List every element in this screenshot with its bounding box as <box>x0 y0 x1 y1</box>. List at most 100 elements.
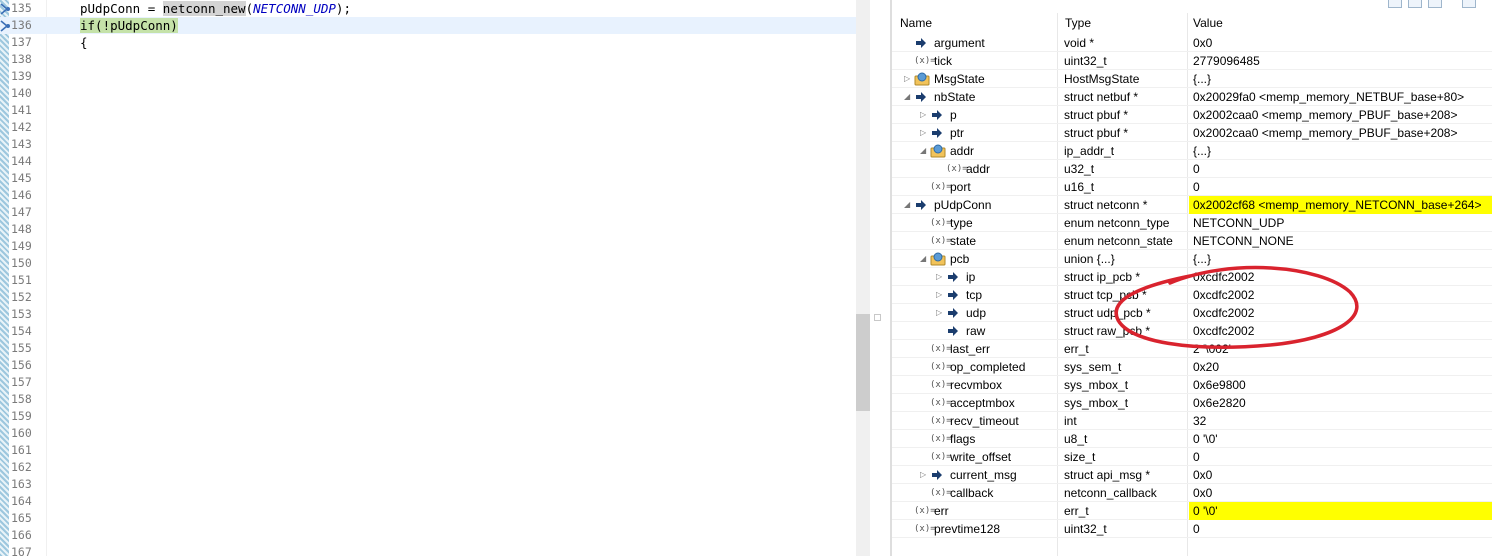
view-sash[interactable] <box>870 0 890 556</box>
code-line[interactable]: 153 <box>0 306 856 323</box>
variable-row[interactable]: raw struct raw_pcb * 0xcdfc2002 <box>892 322 1492 340</box>
variable-row[interactable]: argument void * 0x0 <box>892 34 1492 52</box>
show-logical-structure-icon[interactable] <box>1408 0 1422 8</box>
variable-row[interactable]: (x)= type enum netconn_type NETCONN_UDP <box>892 214 1492 232</box>
variable-value[interactable]: 0xcdfc2002 <box>1189 268 1492 286</box>
variable-value[interactable]: {...} <box>1189 142 1492 160</box>
code-line[interactable]: 145 <box>0 170 856 187</box>
code-line[interactable]: 165 <box>0 510 856 527</box>
code-text[interactable]: { <box>80 34 88 51</box>
code-line[interactable]: 162 <box>0 459 856 476</box>
variable-row[interactable]: (x)= op_completed sys_sem_t 0x20 <box>892 358 1492 376</box>
changed-variable-value[interactable]: 0x2002cf68 <memp_memory_NETCONN_base+264… <box>1189 196 1492 214</box>
variable-value[interactable]: 0 '\0' <box>1189 430 1492 448</box>
variable-row[interactable]: ▷ udp struct udp_pcb * 0xcdfc2002 <box>892 304 1492 322</box>
variable-value[interactable]: 0 <box>1189 178 1492 196</box>
collapsed-twisty-icon[interactable]: ▷ <box>920 470 928 480</box>
variable-row[interactable]: ◢ pcb union {...} {...} <box>892 250 1492 268</box>
variable-row[interactable]: ▷ tcp struct tcp_pcb * 0xcdfc2002 <box>892 286 1492 304</box>
variable-value[interactable]: 32 <box>1189 412 1492 430</box>
code-line[interactable]: 157 <box>0 374 856 391</box>
variable-row[interactable]: (x)= state enum netconn_state NETCONN_NONE <box>892 232 1492 250</box>
changed-variable-value[interactable]: 0 '\0' <box>1189 502 1492 520</box>
variable-row[interactable]: (x)= callback netconn_callback 0x0 <box>892 484 1492 502</box>
expanded-twisty-icon[interactable]: ◢ <box>904 200 912 210</box>
code-line[interactable]: 146 <box>0 187 856 204</box>
code-line[interactable]: 150 <box>0 255 856 272</box>
code-line[interactable]: 164 <box>0 493 856 510</box>
code-line[interactable]: 141 <box>0 102 856 119</box>
variable-value[interactable]: 0x20 <box>1189 358 1492 376</box>
code-line[interactable]: 149 <box>0 238 856 255</box>
variable-value[interactable]: 0x0 <box>1189 34 1492 52</box>
variable-row[interactable]: (x)= port u16_t 0 <box>892 178 1492 196</box>
variable-row[interactable]: (x)= err err_t 0 '\0' <box>892 502 1492 520</box>
code-line[interactable]: 147 <box>0 204 856 221</box>
variable-row[interactable]: ▷ MsgState HostMsgState {...} <box>892 70 1492 88</box>
view-menu-icon[interactable] <box>1462 0 1476 8</box>
variable-value[interactable]: {...} <box>1189 250 1492 268</box>
code-line[interactable]: 142 <box>0 119 856 136</box>
variable-value[interactable]: 2779096485 <box>1189 52 1492 70</box>
code-line[interactable]: 152 <box>0 289 856 306</box>
expanded-twisty-icon[interactable]: ◢ <box>904 92 912 102</box>
show-type-names-icon[interactable] <box>1388 0 1402 8</box>
collapsed-twisty-icon[interactable]: ▷ <box>936 290 944 300</box>
variable-value[interactable]: 0x0 <box>1189 466 1492 484</box>
variable-row[interactable]: (x)= tick uint32_t 2779096485 <box>892 52 1492 70</box>
variable-value[interactable]: 0x2002caa0 <memp_memory_PBUF_base+208> <box>1189 124 1492 142</box>
collapsed-twisty-icon[interactable]: ▷ <box>920 128 928 138</box>
variable-value[interactable]: NETCONN_NONE <box>1189 232 1492 250</box>
code-line[interactable]: 151 <box>0 272 856 289</box>
collapsed-twisty-icon[interactable]: ▷ <box>936 308 944 318</box>
collapsed-twisty-icon[interactable]: ▷ <box>936 272 944 282</box>
code-line[interactable]: 161 <box>0 442 856 459</box>
code-line[interactable]: 143 <box>0 136 856 153</box>
variable-row[interactable]: (x)= write_offset size_t 0 <box>892 448 1492 466</box>
variable-row[interactable]: (x)= last_err err_t 2 '\002' <box>892 340 1492 358</box>
variable-row[interactable]: (x)= flags u8_t 0 '\0' <box>892 430 1492 448</box>
code-line[interactable]: 138 <box>0 51 856 68</box>
code-text[interactable]: if(!pUdpConn) <box>80 17 178 34</box>
variable-value[interactable]: 0x6e9800 <box>1189 376 1492 394</box>
expanded-twisty-icon[interactable]: ◢ <box>920 146 928 156</box>
collapsed-twisty-icon[interactable]: ▷ <box>904 74 912 84</box>
scrollbar-thumb[interactable] <box>856 314 870 411</box>
variable-value[interactable]: 0 <box>1189 160 1492 178</box>
editor-scrollbar[interactable] <box>856 0 870 556</box>
variable-row[interactable]: ▷ ptr struct pbuf * 0x2002caa0 <memp_memory… <box>892 124 1492 142</box>
variable-row[interactable]: ▷ current_msg struct api_msg * 0x0 <box>892 466 1492 484</box>
variable-row[interactable]: ◢ pUdpConn struct netconn * 0x2002cf68 <mem… <box>892 196 1492 214</box>
column-header-type[interactable]: Type <box>1057 13 1091 33</box>
code-line[interactable]: 136 if(!pUdpConn) <box>0 17 856 34</box>
code-line[interactable]: 159 <box>0 408 856 425</box>
code-text[interactable]: pUdpConn = netconn_new(NETCONN_UDP); <box>80 0 351 17</box>
collapsed-twisty-icon[interactable]: ▷ <box>920 110 928 120</box>
code-line[interactable]: 160 <box>0 425 856 442</box>
code-line[interactable]: 156 <box>0 357 856 374</box>
variable-value[interactable]: NETCONN_UDP <box>1189 214 1492 232</box>
variable-value[interactable]: 0xcdfc2002 <box>1189 286 1492 304</box>
code-line[interactable]: 135 pUdpConn = netconn_new(NETCONN_UDP); <box>0 0 856 17</box>
variable-row[interactable]: ◢ nbState struct netbuf * 0x20029fa0 <memp_… <box>892 88 1492 106</box>
code-line[interactable]: 139 <box>0 68 856 85</box>
variable-value[interactable]: 0xcdfc2002 <box>1189 322 1492 340</box>
variable-value[interactable]: 0x6e2820 <box>1189 394 1492 412</box>
variable-row[interactable]: ▷ p struct pbuf * 0x2002caa0 <memp_memory_P… <box>892 106 1492 124</box>
code-line[interactable]: 155 <box>0 340 856 357</box>
variable-row[interactable]: ◢ addr ip_addr_t {...} <box>892 142 1492 160</box>
variable-value[interactable]: 0 <box>1189 520 1492 538</box>
code-line[interactable]: 144 <box>0 153 856 170</box>
variable-row[interactable]: (x)= prevtime128 uint32_t 0 <box>892 520 1492 538</box>
column-header-name[interactable]: Name <box>892 13 932 33</box>
variable-value[interactable]: 0x2002caa0 <memp_memory_PBUF_base+208> <box>1189 106 1492 124</box>
expanded-twisty-icon[interactable]: ◢ <box>920 254 928 264</box>
breakpoint-icon[interactable] <box>0 1 11 15</box>
variable-value[interactable]: 0x0 <box>1189 484 1492 502</box>
code-line[interactable]: 167 <box>0 544 856 556</box>
source-editor[interactable]: 135 pUdpConn = netconn_new(NETCONN_UDP); 1… <box>0 0 856 556</box>
code-line[interactable]: 154 <box>0 323 856 340</box>
code-line[interactable]: 140 <box>0 85 856 102</box>
variable-value[interactable]: 2 '\002' <box>1189 340 1492 358</box>
collapse-all-icon[interactable] <box>1428 0 1442 8</box>
